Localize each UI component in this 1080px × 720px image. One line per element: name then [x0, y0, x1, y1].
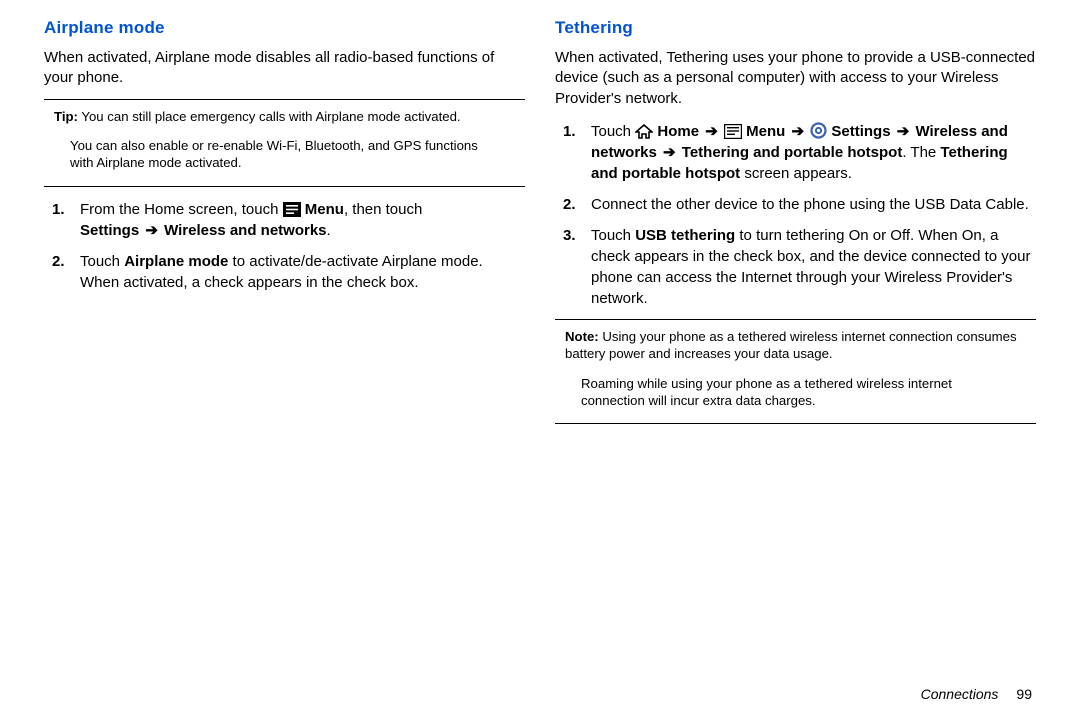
menu-icon — [283, 202, 301, 217]
step-body: Touch Home ➔ Menu ➔ Settings ➔ Wireless … — [591, 121, 1036, 184]
tph-label: Tethering and portable hotspot — [678, 144, 903, 161]
two-column-layout: Airplane mode When activated, Airplane m… — [44, 18, 1036, 430]
arrow-icon: ➔ — [789, 123, 806, 140]
arrow-icon: ➔ — [661, 144, 678, 161]
note-box: Note: Using your phone as a tethered wir… — [555, 326, 1036, 369]
settings-label: Settings — [80, 222, 143, 239]
step-number: 2. — [563, 194, 591, 215]
airplane-mode-heading: Airplane mode — [44, 18, 525, 38]
step-body: Touch USB tethering to turn tethering On… — [591, 225, 1036, 309]
wireless-label: Wireless and networks — [160, 222, 327, 239]
tethering-heading: Tethering — [555, 18, 1036, 38]
tip-label: Tip: — [54, 109, 78, 124]
step-body: Connect the other device to the phone us… — [591, 194, 1036, 215]
text: From the Home screen, touch — [80, 201, 283, 218]
menu-label: Menu — [742, 123, 790, 140]
airplane-mode-label: Airplane mode — [124, 253, 228, 270]
step-body: From the Home screen, touch Menu, then t… — [80, 199, 525, 241]
text: , then touch — [344, 201, 422, 218]
step-number: 3. — [563, 225, 591, 246]
step-item: 1. Touch Home ➔ Menu ➔ Settings ➔ Wirele… — [563, 121, 1036, 184]
usb-tethering-label: USB tethering — [635, 227, 735, 244]
text: . — [327, 222, 331, 239]
divider — [555, 423, 1036, 424]
step-item: 1. From the Home screen, touch Menu, the… — [52, 199, 525, 241]
menu-icon — [724, 124, 742, 139]
step-item: 2. Connect the other device to the phone… — [563, 194, 1036, 215]
tip-subtext: You can also enable or re-enable Wi-Fi, … — [44, 131, 525, 176]
right-column: Tethering When activated, Tethering uses… — [555, 18, 1036, 430]
text: Touch — [591, 123, 635, 140]
arrow-icon: ➔ — [703, 123, 720, 140]
arrow-icon: ➔ — [143, 222, 160, 239]
settings-gear-icon — [810, 122, 827, 139]
footer-section: Connections — [921, 686, 999, 702]
divider — [44, 186, 525, 187]
settings-label: Settings — [831, 123, 894, 140]
page-footer: Connections 99 — [921, 686, 1032, 702]
text: The — [910, 144, 940, 161]
note-subtext: Roaming while using your phone as a teth… — [555, 369, 1036, 414]
page-number: 99 — [1016, 686, 1032, 702]
menu-label: Menu — [301, 201, 344, 218]
tip-box: Tip: You can still place emergency calls… — [44, 106, 525, 131]
step-number: 1. — [52, 199, 80, 220]
left-column: Airplane mode When activated, Airplane m… — [44, 18, 525, 430]
tethering-intro: When activated, Tethering uses your phon… — [555, 48, 1036, 109]
arrow-icon: ➔ — [895, 123, 912, 140]
step-number: 2. — [52, 251, 80, 272]
airplane-mode-intro: When activated, Airplane mode disables a… — [44, 48, 525, 89]
step-number: 1. — [563, 121, 591, 142]
divider — [44, 99, 525, 100]
divider — [555, 319, 1036, 320]
home-label: Home — [653, 123, 703, 140]
step-body: Touch Airplane mode to activate/de-activ… — [80, 251, 525, 293]
step-item: 3. Touch USB tethering to turn tethering… — [563, 225, 1036, 309]
tip-text: You can still place emergency calls with… — [78, 109, 461, 124]
tethering-steps: 1. Touch Home ➔ Menu ➔ Settings ➔ Wirele… — [563, 121, 1036, 309]
step-item: 2. Touch Airplane mode to activate/de-ac… — [52, 251, 525, 293]
home-icon — [635, 124, 653, 139]
text: Touch — [591, 227, 635, 244]
text: screen appears. — [740, 165, 852, 182]
text: Touch — [80, 253, 124, 270]
note-label: Note: — [565, 329, 599, 344]
note-text: Using your phone as a tethered wireless … — [565, 329, 1017, 361]
airplane-steps: 1. From the Home screen, touch Menu, the… — [52, 199, 525, 293]
